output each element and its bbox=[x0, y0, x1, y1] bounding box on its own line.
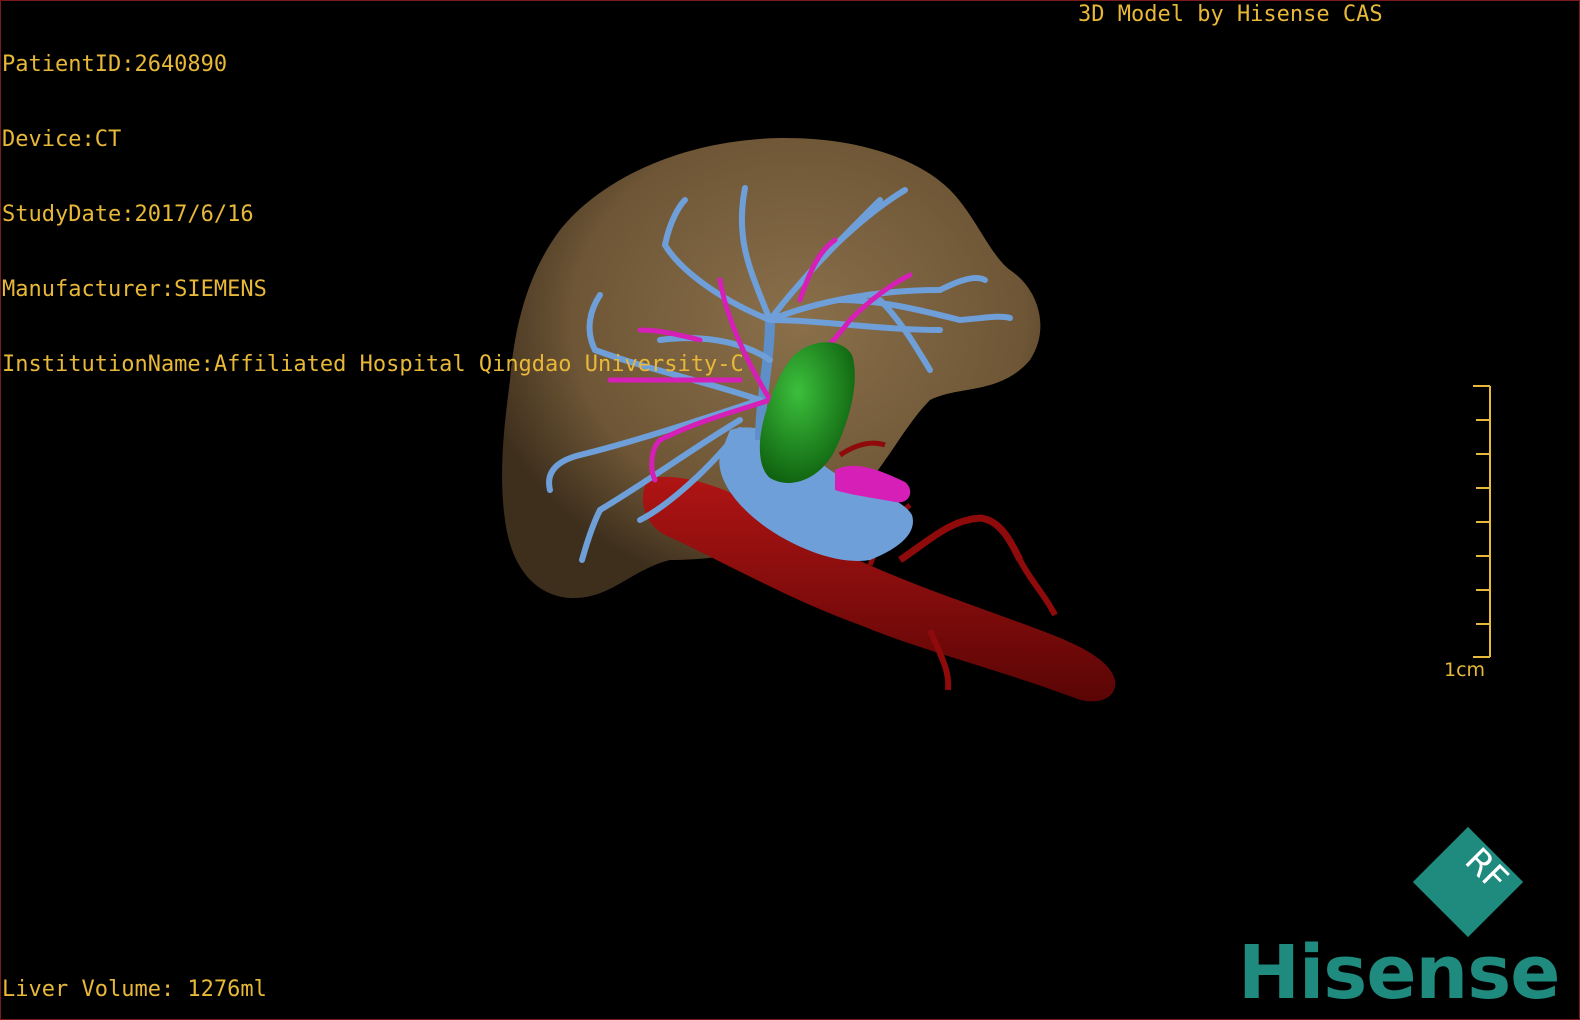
study-date-text: StudyDate:2017/6/16 bbox=[2, 202, 254, 227]
manufacturer-text: Manufacturer:SIEMENS bbox=[2, 277, 267, 302]
institution-text: InstitutionName:Affiliated Hospital Qing… bbox=[2, 352, 744, 377]
liver-volume-text: Liver Volume: 1276ml bbox=[2, 977, 267, 1002]
scale-bar-label: 1cm bbox=[1444, 659, 1486, 681]
hisense-logo: Hisense bbox=[1238, 930, 1560, 1016]
model-title-text: 3D Model by Hisense CAS bbox=[1078, 2, 1383, 27]
patient-id-text: PatientID:2640890 bbox=[2, 52, 228, 77]
scale-bar bbox=[1473, 385, 1491, 658]
study-info-overlay: PatientID:2640890 Device:CT StudyDate:20… bbox=[2, 2, 744, 402]
device-text: Device:CT bbox=[2, 127, 122, 152]
